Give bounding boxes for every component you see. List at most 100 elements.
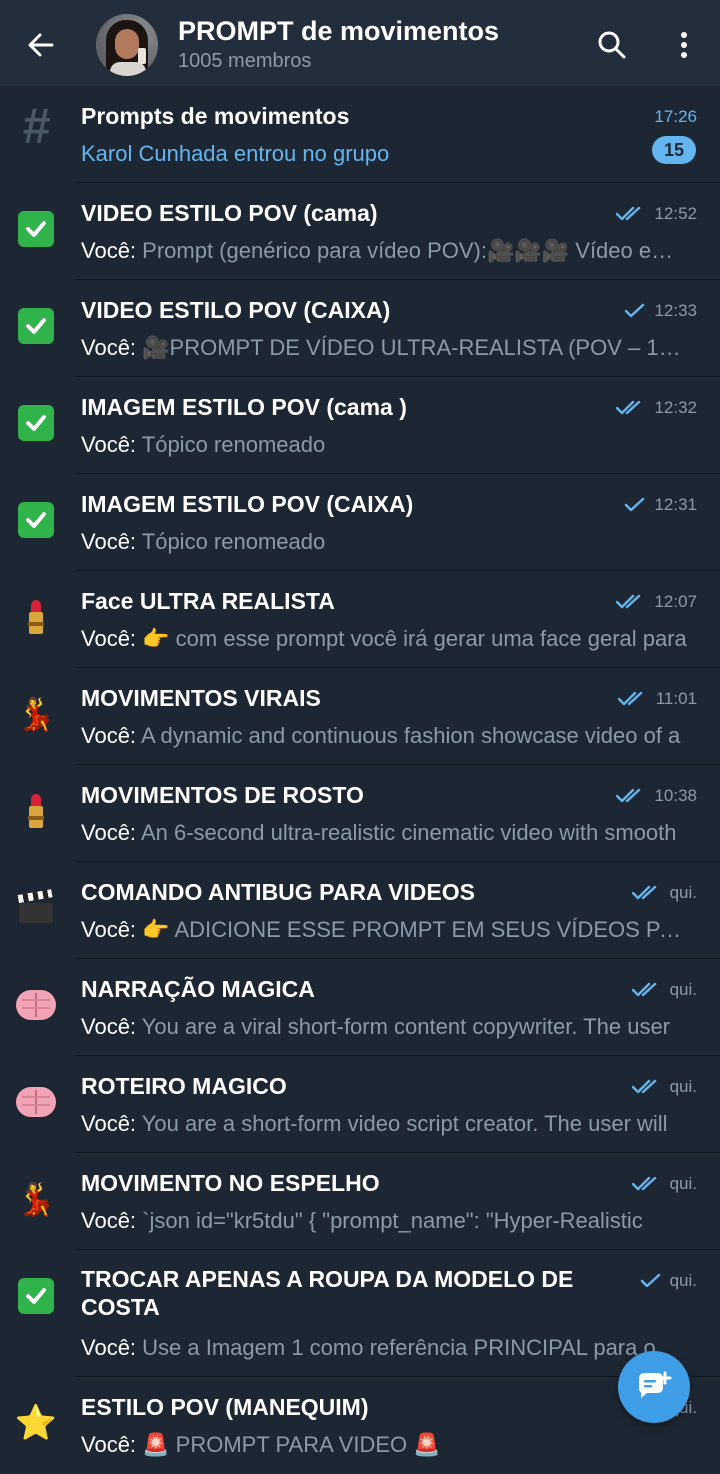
topic-time-wrap: 12:52 [616, 204, 697, 224]
topic-time: 12:32 [654, 398, 697, 417]
message-text: 🚨 PROMPT PARA VIDEO 🚨 [142, 1432, 441, 1457]
topic-time: 12:33 [654, 301, 697, 320]
sender-label: Você: [81, 529, 142, 554]
sender-label: Você: [81, 820, 141, 845]
check-mark-icon [14, 498, 58, 542]
back-button[interactable] [18, 23, 62, 67]
message-text: Use a Imagem 1 como referência PRINCIPAL… [142, 1335, 656, 1360]
topic-time-wrap: qui. [631, 980, 697, 1000]
message-text: 🎥PROMPT DE VÍDEO ULTRA-REALISTA (POV – 1… [142, 335, 691, 360]
message-text: Tópico renomeado [141, 432, 326, 457]
message-text: You are a viral short-form content copyw… [141, 1014, 671, 1039]
topic-row[interactable]: VIDEO ESTILO POV (cama) 12:52 Você: Prom… [0, 183, 720, 280]
topic-title: Face ULTRA REALISTA [81, 588, 335, 614]
topic-title: VIDEO ESTILO POV (cama) [81, 200, 378, 226]
search-icon [598, 31, 626, 59]
message-text: Tópico renomeado [141, 529, 326, 554]
topic-row[interactable]: TROCAR APENAS A ROUPA DA MODELO DE COSTA… [0, 1250, 720, 1377]
sender-label: Você: [81, 1432, 143, 1457]
topic-time: qui. [669, 883, 697, 902]
topic-row[interactable]: IMAGEM ESTILO POV (CAIXA) 12:31 Você: Tó… [0, 474, 720, 571]
topic-row[interactable]: COMANDO ANTIBUG PARA VIDEOS qui. Você: 👉… [0, 862, 720, 959]
topic-row[interactable]: 💃 MOVIMENTOS VIRAIS 11:01 Você: A dynami… [0, 668, 720, 765]
topic-row[interactable]: MOVIMENTOS DE ROSTO 10:38 Você: An 6-sec… [0, 765, 720, 862]
topic-time-wrap: qui. [640, 1271, 697, 1291]
message-text: 👉 ADICIONE ESSE PROMPT EM SEUS VÍDEOS PA… [142, 917, 691, 942]
sender-label: Você: [81, 917, 143, 942]
topic-title: ESTILO POV (MANEQUIM) [81, 1394, 369, 1420]
topic-row[interactable]: Face ULTRA REALISTA 12:07 Você: 👉 com es… [0, 571, 720, 668]
topic-title: IMAGEM ESTILO POV (cama ) [81, 394, 407, 420]
topic-last-message: Você: Use a Imagem 1 como referência PRI… [81, 1335, 691, 1361]
topic-time-wrap: qui. [631, 883, 697, 903]
sender-label: Você: [81, 1208, 143, 1233]
topic-last-message: Você: `json id="kr5tdu" { "prompt_name":… [81, 1208, 691, 1234]
topic-row[interactable]: # Prompts de movimentos 17:26 Karol Cunh… [0, 86, 720, 183]
back-arrow-icon [28, 33, 54, 57]
topic-last-message: Você: 🎥PROMPT DE VÍDEO ULTRA-REALISTA (P… [81, 335, 691, 361]
sender-label: Você: [81, 335, 143, 360]
topic-time-wrap: 10:38 [616, 786, 697, 806]
topic-title: MOVIMENTO NO ESPELHO [81, 1170, 380, 1196]
topic-last-message: Você: You are a viral short-form content… [81, 1014, 691, 1040]
topic-last-message: Você: Tópico renomeado [81, 432, 691, 458]
search-button[interactable] [590, 23, 634, 67]
double-check-icon [617, 691, 648, 707]
topic-title: MOVIMENTOS DE ROSTO [81, 782, 364, 808]
topic-time: 12:52 [654, 204, 697, 223]
message-text: 👉 com esse prompt você irá gerar uma fac… [142, 626, 687, 651]
new-topic-button[interactable] [618, 1351, 690, 1423]
sender-label: Você: [81, 1335, 143, 1360]
topic-title: MOVIMENTOS VIRAIS [81, 685, 321, 711]
top-bar: PROMPT de movimentos 1005 membros [0, 0, 720, 86]
topic-time-wrap: 17:26 [654, 107, 697, 127]
topic-row[interactable]: IMAGEM ESTILO POV (cama ) 12:32 Você: Tó… [0, 377, 720, 474]
double-check-icon [631, 1176, 662, 1192]
topic-last-message: Você: 👉 ADICIONE ESSE PROMPT EM SEUS VÍD… [81, 917, 691, 943]
double-check-icon [616, 400, 646, 416]
message-text: A dynamic and continuous fashion showcas… [140, 723, 681, 748]
topic-title: TROCAR APENAS A ROUPA DA MODELO DE COSTA [81, 1266, 574, 1320]
topic-row[interactable]: ⭐ ESTILO POV (MANEQUIM) qui. Você: 🚨 PRO… [0, 1377, 720, 1474]
topic-title: IMAGEM ESTILO POV (CAIXA) [81, 491, 414, 517]
topic-title: COMANDO ANTIBUG PARA VIDEOS [81, 879, 475, 905]
dancer-icon: 💃 [16, 1181, 56, 1217]
topic-row[interactable]: VIDEO ESTILO POV (CAIXA) 12:33 Você: 🎥PR… [0, 280, 720, 377]
brain-icon [14, 1080, 58, 1124]
topic-row[interactable]: 💃 MOVIMENTO NO ESPELHO qui. Você: `json … [0, 1153, 720, 1250]
group-avatar[interactable] [96, 14, 158, 76]
topic-row[interactable]: ROTEIRO MAGICO qui. Você: You are a shor… [0, 1056, 720, 1153]
message-text: `json id="kr5tdu" { "prompt_name": "Hype… [142, 1208, 643, 1233]
topic-row[interactable]: NARRAÇÃO MAGICA qui. Você: You are a vir… [0, 959, 720, 1056]
double-check-icon [631, 1079, 662, 1095]
topic-last-message: Você: 👉 com esse prompt você irá gerar u… [81, 626, 691, 652]
group-title[interactable]: PROMPT de movimentos [178, 16, 499, 47]
topic-time: qui. [669, 1077, 697, 1096]
topic-time: 17:26 [654, 107, 697, 126]
sender-label: Você: [81, 723, 141, 748]
single-check-icon [624, 497, 646, 513]
topic-last-message: Você: A dynamic and continuous fashion s… [81, 723, 691, 749]
more-options-button[interactable] [662, 23, 706, 67]
hash-icon: # [22, 98, 50, 154]
topic-time: qui. [669, 1174, 697, 1193]
topic-last-message: Você: Tópico renomeado [81, 529, 691, 555]
single-check-icon [640, 1273, 662, 1289]
check-mark-icon [14, 207, 58, 251]
double-check-icon [616, 788, 646, 804]
topic-title: Prompts de movimentos [81, 103, 350, 129]
sender-label: Você: [81, 626, 143, 651]
check-mark-icon [14, 1274, 58, 1318]
check-mark-icon [14, 401, 58, 445]
topic-last-message: Você: An 6-second ultra-realistic cinema… [81, 820, 691, 846]
topic-time-wrap: 12:31 [624, 495, 697, 515]
topic-title: NARRAÇÃO MAGICA [81, 976, 315, 1002]
topic-last-message: Você: You are a short-form video script … [81, 1111, 691, 1137]
member-count: 1005 membros [178, 50, 312, 72]
topic-time-wrap: qui. [631, 1174, 697, 1194]
message-text: Prompt (genérico para vídeo POV):🎥🎥🎥 Víd… [142, 238, 691, 263]
lipstick-icon [14, 595, 58, 639]
star-icon: ⭐ [14, 1404, 58, 1442]
topic-time: qui. [669, 980, 697, 999]
topic-time-wrap: 12:07 [616, 592, 697, 612]
